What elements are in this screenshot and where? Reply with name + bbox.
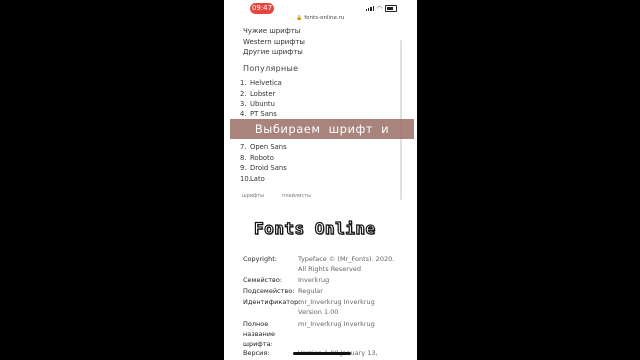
popular-item-ubuntu[interactable]: 3. Ubuntu bbox=[240, 100, 275, 108]
url-text: fonts-online.ru bbox=[304, 15, 345, 21]
popular-item-roboto[interactable]: 8. Roboto bbox=[240, 154, 274, 162]
nav-link-other-fonts[interactable]: Чужие шрифты bbox=[243, 27, 300, 35]
wifi-icon: ◠ bbox=[376, 5, 382, 12]
tab-playlists[interactable]: плейлисты bbox=[282, 193, 311, 199]
popular-item-pt-sans[interactable]: 4. PT Sans bbox=[240, 110, 277, 118]
popular-item-helvetica[interactable]: 1. Helvetica bbox=[240, 79, 282, 87]
status-time: 09:47 bbox=[250, 3, 274, 14]
tab-fonts[interactable]: шрифты bbox=[242, 193, 264, 199]
video-caption: Выбираем шрифт и скачиваем bbox=[230, 119, 414, 156]
signal-icon bbox=[365, 6, 374, 11]
popular-item-open-sans[interactable]: 7. Open Sans bbox=[240, 143, 287, 151]
battery-icon bbox=[385, 5, 397, 12]
home-indicator[interactable] bbox=[293, 352, 351, 355]
font-preview-logo: Fonts Online bbox=[253, 218, 376, 238]
phone-screen: 09:47 ◠ 🔒 fonts-online.ru Чужие шрифты We… bbox=[224, 0, 417, 360]
status-bar: 09:47 ◠ bbox=[224, 0, 417, 16]
popular-item-lobster[interactable]: 2. Lobster bbox=[240, 90, 275, 98]
tabs: шрифты плейлисты bbox=[242, 193, 329, 199]
address-bar[interactable]: 🔒 fonts-online.ru bbox=[296, 15, 344, 21]
popular-item-lato[interactable]: 10.Lato bbox=[240, 175, 265, 183]
lock-icon: 🔒 bbox=[296, 15, 303, 21]
nav-link-western-fonts[interactable]: Western шрифты bbox=[243, 38, 305, 46]
nav-link-more-fonts[interactable]: Другие шрифты bbox=[243, 48, 303, 56]
system-icons: ◠ bbox=[365, 5, 397, 12]
popular-item-droid-sans[interactable]: 9. Droid Sans bbox=[240, 164, 287, 172]
popular-title: Популярные bbox=[243, 64, 299, 73]
